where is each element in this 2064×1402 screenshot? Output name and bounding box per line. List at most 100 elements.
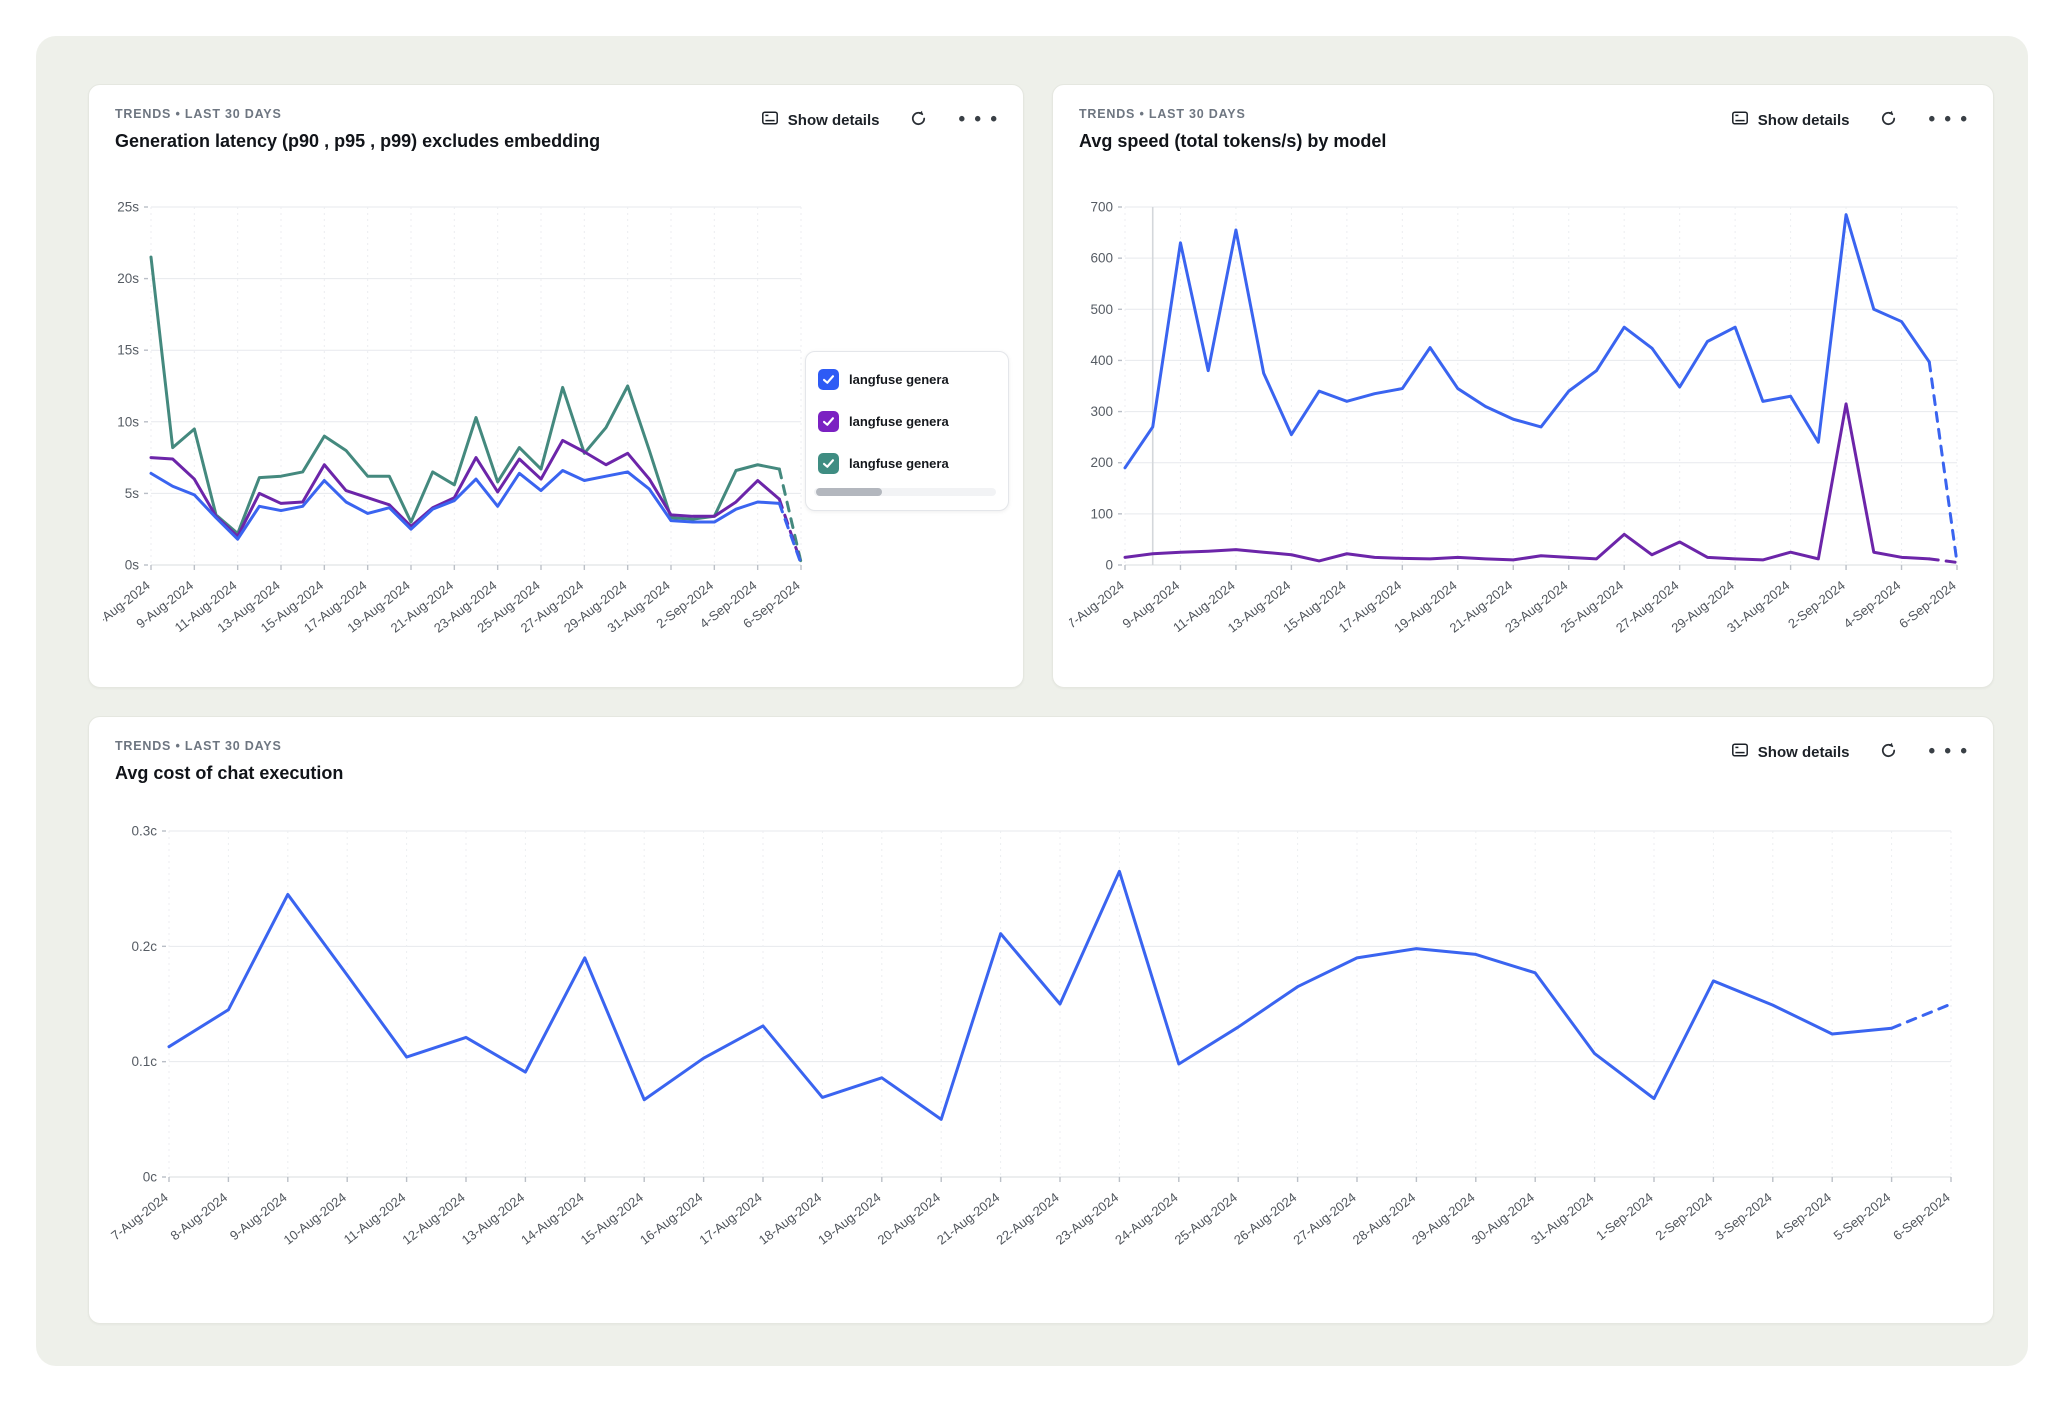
refresh-button[interactable]: [909, 109, 928, 131]
svg-text:0.1c: 0.1c: [131, 1054, 157, 1069]
legend-item-p90[interactable]: langfuse genera: [818, 369, 996, 390]
legend-item-p99[interactable]: langfuse genera: [818, 453, 996, 474]
card-eyebrow: TRENDS • LAST 30 DAYS: [115, 107, 600, 121]
svg-text:4-Sep-2024: 4-Sep-2024: [1841, 578, 1904, 632]
ellipsis-icon: • • •: [958, 115, 999, 125]
card-controls: Show details • • •: [1731, 741, 1969, 763]
legend-scrollbar-track[interactable]: [814, 488, 996, 496]
card-eyebrow: TRENDS • LAST 30 DAYS: [115, 739, 343, 753]
card-header: TRENDS • LAST 30 DAYS Avg speed (total t…: [1079, 107, 1969, 152]
card-title: Avg cost of chat execution: [115, 763, 343, 784]
refresh-button[interactable]: [1879, 741, 1898, 763]
svg-text:22-Aug-2024: 22-Aug-2024: [993, 1190, 1061, 1248]
chart-legend: langfuse genera langfuse genera langfuse…: [805, 351, 1009, 511]
refresh-icon: [1879, 741, 1898, 763]
svg-text:8-Aug-2024: 8-Aug-2024: [167, 1190, 230, 1244]
menu-button[interactable]: • • •: [1928, 747, 1969, 757]
svg-text:2-Sep-2024: 2-Sep-2024: [1652, 1190, 1715, 1244]
latency-card: TRENDS • LAST 30 DAYS Generation latency…: [88, 84, 1024, 688]
svg-text:24-Aug-2024: 24-Aug-2024: [1112, 1190, 1180, 1248]
latency-chart: 0s5s10s15s20s25s7-Aug-20249-Aug-202411-A…: [103, 183, 815, 674]
legend-scrollbar-thumb[interactable]: [816, 488, 882, 496]
card-title: Generation latency (p90 , p95 , p99) exc…: [115, 131, 600, 152]
svg-text:7-Aug-2024: 7-Aug-2024: [1069, 578, 1127, 632]
svg-text:20s: 20s: [117, 271, 139, 286]
svg-text:700: 700: [1090, 200, 1113, 215]
svg-text:0c: 0c: [143, 1170, 158, 1185]
checkbox-checked-icon[interactable]: [818, 453, 839, 474]
svg-text:11-Aug-2024: 11-Aug-2024: [341, 1190, 409, 1248]
card-header-text: TRENDS • LAST 30 DAYS Generation latency…: [115, 107, 600, 152]
svg-text:6-Sep-2024: 6-Sep-2024: [1896, 578, 1959, 632]
svg-text:0s: 0s: [125, 558, 140, 573]
svg-text:12-Aug-2024: 12-Aug-2024: [399, 1190, 467, 1248]
show-details-label: Show details: [1758, 112, 1850, 129]
menu-button[interactable]: • • •: [958, 115, 999, 125]
svg-text:1-Sep-2024: 1-Sep-2024: [1593, 1190, 1656, 1244]
refresh-icon: [1879, 109, 1898, 131]
svg-text:10s: 10s: [117, 414, 139, 429]
show-details-label: Show details: [1758, 744, 1850, 761]
svg-text:31-Aug-2024: 31-Aug-2024: [1528, 1190, 1596, 1248]
svg-text:3-Sep-2024: 3-Sep-2024: [1712, 1190, 1775, 1244]
svg-text:7-Aug-2024: 7-Aug-2024: [108, 1190, 171, 1244]
svg-text:600: 600: [1090, 251, 1113, 266]
svg-text:5s: 5s: [125, 486, 140, 501]
speed-chart: 01002003004005006007007-Aug-20249-Aug-20…: [1069, 183, 1974, 674]
checkbox-checked-icon[interactable]: [818, 411, 839, 432]
details-card-icon: [761, 109, 779, 131]
svg-text:29-Aug-2024: 29-Aug-2024: [1409, 1190, 1477, 1248]
dashboard-page: TRENDS • LAST 30 DAYS Generation latency…: [0, 0, 2064, 1402]
svg-text:6-Sep-2024: 6-Sep-2024: [1890, 1190, 1953, 1244]
refresh-icon: [909, 109, 928, 131]
svg-text:5-Sep-2024: 5-Sep-2024: [1831, 1190, 1894, 1244]
dashboard-panel: TRENDS • LAST 30 DAYS Generation latency…: [36, 36, 2028, 1366]
card-header: TRENDS • LAST 30 DAYS Avg cost of chat e…: [115, 739, 1969, 784]
card-header-text: TRENDS • LAST 30 DAYS Avg cost of chat e…: [115, 739, 343, 784]
svg-text:28-Aug-2024: 28-Aug-2024: [1350, 1190, 1418, 1248]
legend-item-p95[interactable]: langfuse genera: [818, 411, 996, 432]
card-controls: Show details • • •: [1731, 109, 1969, 131]
details-card-icon: [1731, 109, 1749, 131]
svg-text:19-Aug-2024: 19-Aug-2024: [815, 1190, 883, 1248]
legend-label: langfuse genera: [849, 414, 949, 429]
cost-card: TRENDS • LAST 30 DAYS Avg cost of chat e…: [88, 716, 1994, 1324]
legend-label: langfuse genera: [849, 372, 949, 387]
cost-chart: 0c0.1c0.2c0.3c7-Aug-20248-Aug-20249-Aug-…: [105, 811, 1971, 1316]
svg-text:25-Aug-2024: 25-Aug-2024: [1172, 1190, 1240, 1248]
details-card-icon: [1731, 741, 1749, 763]
svg-text:23-Aug-2024: 23-Aug-2024: [1053, 1190, 1121, 1248]
ellipsis-icon: • • •: [1928, 115, 1969, 125]
svg-text:300: 300: [1090, 404, 1113, 419]
svg-text:500: 500: [1090, 302, 1113, 317]
svg-text:0: 0: [1105, 558, 1113, 573]
checkbox-checked-icon[interactable]: [818, 369, 839, 390]
svg-text:100: 100: [1090, 506, 1113, 521]
refresh-button[interactable]: [1879, 109, 1898, 131]
svg-text:2-Sep-2024: 2-Sep-2024: [1785, 578, 1848, 632]
svg-text:4-Sep-2024: 4-Sep-2024: [1771, 1190, 1834, 1244]
svg-text:17-Aug-2024: 17-Aug-2024: [696, 1190, 764, 1248]
svg-text:26-Aug-2024: 26-Aug-2024: [1231, 1190, 1299, 1248]
menu-button[interactable]: • • •: [1928, 115, 1969, 125]
svg-text:30-Aug-2024: 30-Aug-2024: [1469, 1190, 1537, 1248]
card-header: TRENDS • LAST 30 DAYS Generation latency…: [115, 107, 999, 152]
svg-text:400: 400: [1090, 353, 1113, 368]
show-details-button[interactable]: Show details: [1731, 109, 1850, 131]
ellipsis-icon: • • •: [1928, 747, 1969, 757]
svg-text:0.3c: 0.3c: [131, 824, 157, 839]
svg-text:15-Aug-2024: 15-Aug-2024: [578, 1190, 646, 1248]
show-details-button[interactable]: Show details: [1731, 741, 1850, 763]
card-title: Avg speed (total tokens/s) by model: [1079, 131, 1386, 152]
svg-text:200: 200: [1090, 455, 1113, 470]
svg-text:13-Aug-2024: 13-Aug-2024: [459, 1190, 527, 1248]
legend-label: langfuse genera: [849, 456, 949, 471]
card-header-text: TRENDS • LAST 30 DAYS Avg speed (total t…: [1079, 107, 1386, 152]
svg-text:20-Aug-2024: 20-Aug-2024: [875, 1190, 943, 1248]
svg-text:10-Aug-2024: 10-Aug-2024: [281, 1190, 349, 1248]
svg-text:18-Aug-2024: 18-Aug-2024: [756, 1190, 824, 1248]
svg-text:21-Aug-2024: 21-Aug-2024: [934, 1190, 1002, 1248]
svg-text:25s: 25s: [117, 200, 139, 215]
svg-text:15s: 15s: [117, 343, 139, 358]
show-details-button[interactable]: Show details: [761, 109, 880, 131]
